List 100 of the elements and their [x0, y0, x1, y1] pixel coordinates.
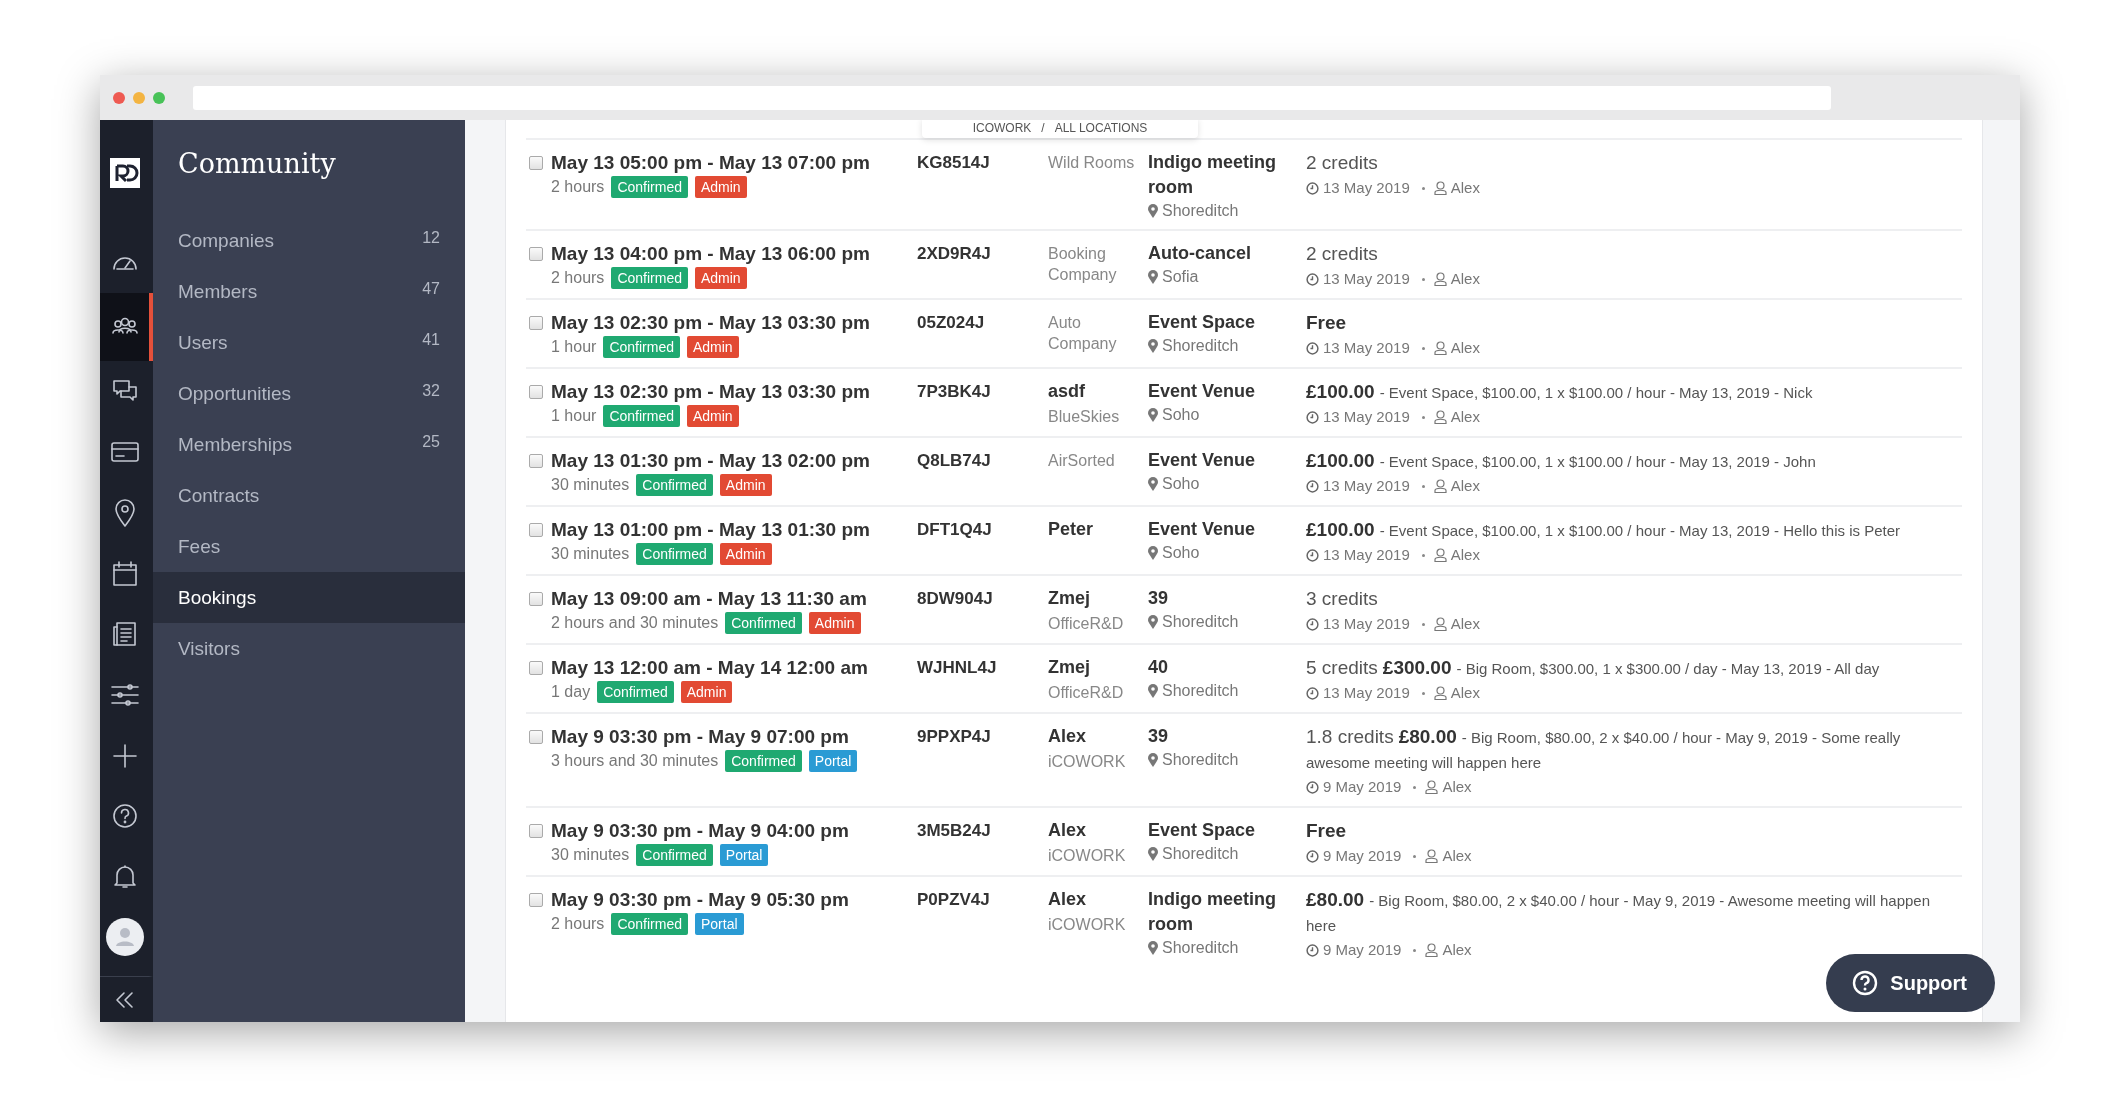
sidebar-item[interactable]: Fees [153, 521, 465, 572]
row-checkbox[interactable] [529, 893, 543, 907]
logo-icon[interactable] [109, 157, 140, 188]
booking-time[interactable]: May 9 03:30 pm - May 9 07:00 pm [551, 724, 917, 749]
row-checkbox[interactable] [529, 316, 543, 330]
support-button[interactable]: Support [1826, 954, 1995, 1012]
company-name[interactable]: Auto Company [1048, 310, 1148, 354]
bell-icon[interactable] [112, 864, 137, 891]
booking-time[interactable]: May 13 01:00 pm - May 13 01:30 pm [551, 517, 917, 542]
minimize-dot-icon[interactable] [133, 91, 145, 104]
sidebar-item[interactable]: Visitors [153, 623, 465, 674]
price-text: 3 credits [1306, 587, 1379, 611]
booked-by[interactable]: Alex [1450, 612, 1480, 636]
row-checkbox[interactable] [529, 523, 543, 537]
booked-by[interactable]: Alex [1450, 474, 1480, 498]
clock-icon [1306, 181, 1319, 195]
sidebar-item[interactable]: Members 47 [153, 266, 465, 317]
company-name[interactable]: AirSorted [1048, 448, 1148, 471]
booked-by[interactable]: Alex [1450, 543, 1480, 567]
map-pin-icon[interactable] [112, 497, 137, 528]
clock-icon [1306, 943, 1319, 957]
clock-icon [1306, 479, 1319, 493]
maximize-dot-icon[interactable] [153, 91, 165, 104]
location-name: Shoreditch [1162, 750, 1239, 770]
sidebar-item[interactable]: Contracts [153, 470, 465, 521]
booked-by[interactable]: Alex [1442, 775, 1472, 799]
sidebar-item[interactable]: Opportunities 32 [153, 368, 465, 419]
booked-by[interactable]: Alex [1450, 681, 1480, 705]
booking-time[interactable]: May 13 12:00 am - May 14 12:00 am [551, 655, 917, 680]
member-name[interactable]: Zmej [1048, 586, 1148, 611]
row-checkbox[interactable] [529, 156, 543, 170]
member-name[interactable]: Zmej [1048, 655, 1148, 680]
sliders-icon[interactable] [109, 682, 140, 708]
document-icon[interactable] [111, 620, 138, 649]
user-icon [1433, 272, 1447, 286]
row-checkbox[interactable] [529, 385, 543, 399]
row-checkbox[interactable] [529, 247, 543, 261]
price-text: £100.00 - Event Space, $100.00, 1 x $100.00 / hour - May 13, 2019 - John [1306, 449, 1817, 473]
member-name[interactable]: asdf [1048, 379, 1148, 404]
help-icon[interactable] [111, 803, 138, 830]
booking-time[interactable]: May 9 03:30 pm - May 9 05:30 pm [551, 887, 917, 912]
breadcrumb-link[interactable]: ALL LOCATIONS [1054, 121, 1148, 135]
member-name[interactable]: Alex [1048, 724, 1148, 749]
sidebar-item[interactable]: Bookings [153, 572, 465, 623]
company-name[interactable]: Booking Company [1048, 241, 1148, 285]
status-badge: Confirmed [603, 336, 680, 358]
row-checkbox[interactable] [529, 730, 543, 744]
space-name: Indigo meeting room [1148, 888, 1277, 936]
row-checkbox[interactable] [529, 454, 543, 468]
company-name[interactable]: iCOWORK [1048, 912, 1148, 935]
booked-by[interactable]: Alex [1450, 267, 1480, 291]
price-text: 2 credits [1306, 151, 1379, 175]
row-checkbox[interactable] [529, 824, 543, 838]
booking-time[interactable]: May 13 01:30 pm - May 13 02:00 pm [551, 448, 917, 473]
booking-time[interactable]: May 13 02:30 pm - May 13 03:30 pm [551, 310, 917, 335]
calendar-icon[interactable] [110, 559, 139, 588]
booking-reference: KG8514J [917, 153, 990, 172]
booking-time[interactable]: May 13 02:30 pm - May 13 03:30 pm [551, 379, 917, 404]
breadcrumb-link[interactable]: ICOWORK [972, 121, 1032, 135]
status-badge: Confirmed [636, 844, 713, 866]
booking-duration: 30 minutes [551, 846, 630, 864]
member-name[interactable]: Alex [1048, 818, 1148, 843]
company-name[interactable]: iCOWORK [1048, 749, 1148, 772]
company-name[interactable]: OfficeR&D [1048, 680, 1148, 703]
price-text: Free [1306, 819, 1348, 843]
space-name: Auto-cancel [1148, 242, 1253, 265]
booking-time[interactable]: May 13 09:00 am - May 13 11:30 am [551, 586, 917, 611]
close-dot-icon[interactable] [113, 91, 125, 104]
avatar-icon[interactable] [105, 917, 144, 956]
plus-icon[interactable] [111, 742, 138, 769]
sidebar-item[interactable]: Users 41 [153, 317, 465, 368]
sidebar-item[interactable]: Companies 12 [153, 215, 465, 266]
booked-by[interactable]: Alex [1442, 938, 1472, 962]
location-name: Shoreditch [1162, 612, 1239, 632]
booked-by[interactable]: Alex [1450, 336, 1480, 360]
location-pin-icon [1148, 477, 1158, 491]
space-name: Event Venue [1148, 518, 1257, 541]
booked-by[interactable]: Alex [1442, 844, 1472, 868]
booking-reference: 05Z024J [917, 313, 985, 332]
booking-time[interactable]: May 13 05:00 pm - May 13 07:00 pm [551, 150, 917, 175]
booking-time[interactable]: May 9 03:30 pm - May 9 04:00 pm [551, 818, 917, 843]
collapse-icon[interactable] [113, 989, 136, 1010]
company-name[interactable]: iCOWORK [1048, 843, 1148, 866]
booked-by[interactable]: Alex [1450, 176, 1480, 200]
company-name[interactable]: OfficeR&D [1048, 611, 1148, 634]
member-name[interactable]: Alex [1048, 887, 1148, 912]
credit-card-icon[interactable] [109, 440, 140, 465]
sidebar-item[interactable]: Memberships 25 [153, 419, 465, 470]
booked-by[interactable]: Alex [1450, 405, 1480, 429]
status-badge: Confirmed [603, 405, 680, 427]
space-name: 39 [1148, 587, 1170, 610]
company-name[interactable]: BlueSkies [1048, 404, 1148, 427]
company-name[interactable]: Wild Rooms [1048, 150, 1148, 173]
row-checkbox[interactable] [529, 661, 543, 675]
member-name[interactable]: Peter [1048, 517, 1148, 542]
row-checkbox[interactable] [529, 592, 543, 606]
booking-date: 13 May 2019 [1323, 269, 1410, 289]
booking-date: 13 May 2019 [1323, 614, 1410, 634]
location-name: Shoreditch [1162, 938, 1239, 958]
booking-time[interactable]: May 13 04:00 pm - May 13 06:00 pm [551, 241, 917, 266]
